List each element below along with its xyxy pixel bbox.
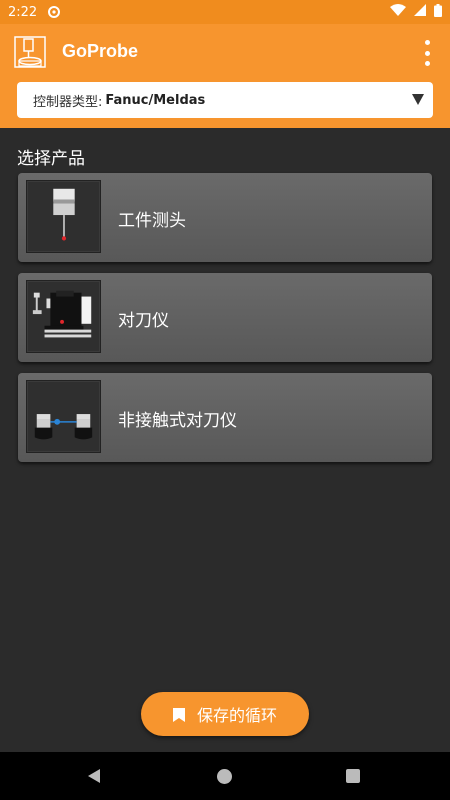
home-icon[interactable] xyxy=(217,769,232,784)
tool-setter-icon xyxy=(26,280,101,353)
recent-apps-icon[interactable] xyxy=(346,769,360,783)
controller-type-value: Fanuc/Meldas xyxy=(105,92,206,108)
bookmark-icon xyxy=(172,707,185,722)
spindle-probe-icon xyxy=(26,180,101,253)
product-card-non-contact-tool-setter[interactable]: 非接触式对刀仪 xyxy=(18,373,432,462)
product-label: 对刀仪 xyxy=(118,311,169,331)
overflow-menu-icon[interactable] xyxy=(420,40,434,66)
product-card-workpiece-probe[interactable]: 工件测头 xyxy=(18,173,432,262)
controller-type-label: 控制器类型: xyxy=(33,94,103,110)
section-title: 选择产品 xyxy=(17,149,85,169)
system-navigation-bar xyxy=(0,752,450,800)
saved-cycles-button[interactable]: 保存的循环 xyxy=(141,692,309,736)
status-bar: 2:22 xyxy=(0,0,450,24)
app-bar: GoProbe xyxy=(0,24,450,82)
signal-icon xyxy=(414,4,426,20)
laser-tool-setter-icon xyxy=(26,380,101,453)
battery-icon xyxy=(434,3,442,21)
product-label: 工件测头 xyxy=(118,211,186,231)
wifi-icon xyxy=(390,4,406,20)
back-icon[interactable] xyxy=(86,768,102,784)
dropdown-arrow-icon xyxy=(412,94,424,105)
app-title: GoProbe xyxy=(62,41,139,61)
status-time: 2:22 xyxy=(8,4,38,20)
saved-cycles-label: 保存的循环 xyxy=(196,706,277,725)
controller-select-container: 控制器类型: Fanuc/Meldas xyxy=(0,82,450,128)
notification-icon xyxy=(47,5,61,19)
product-card-tool-setter[interactable]: 对刀仪 xyxy=(18,273,432,362)
controller-type-select[interactable]: 控制器类型: Fanuc/Meldas xyxy=(17,82,433,118)
goprobe-logo-icon xyxy=(14,36,46,68)
product-label: 非接触式对刀仪 xyxy=(118,411,237,431)
